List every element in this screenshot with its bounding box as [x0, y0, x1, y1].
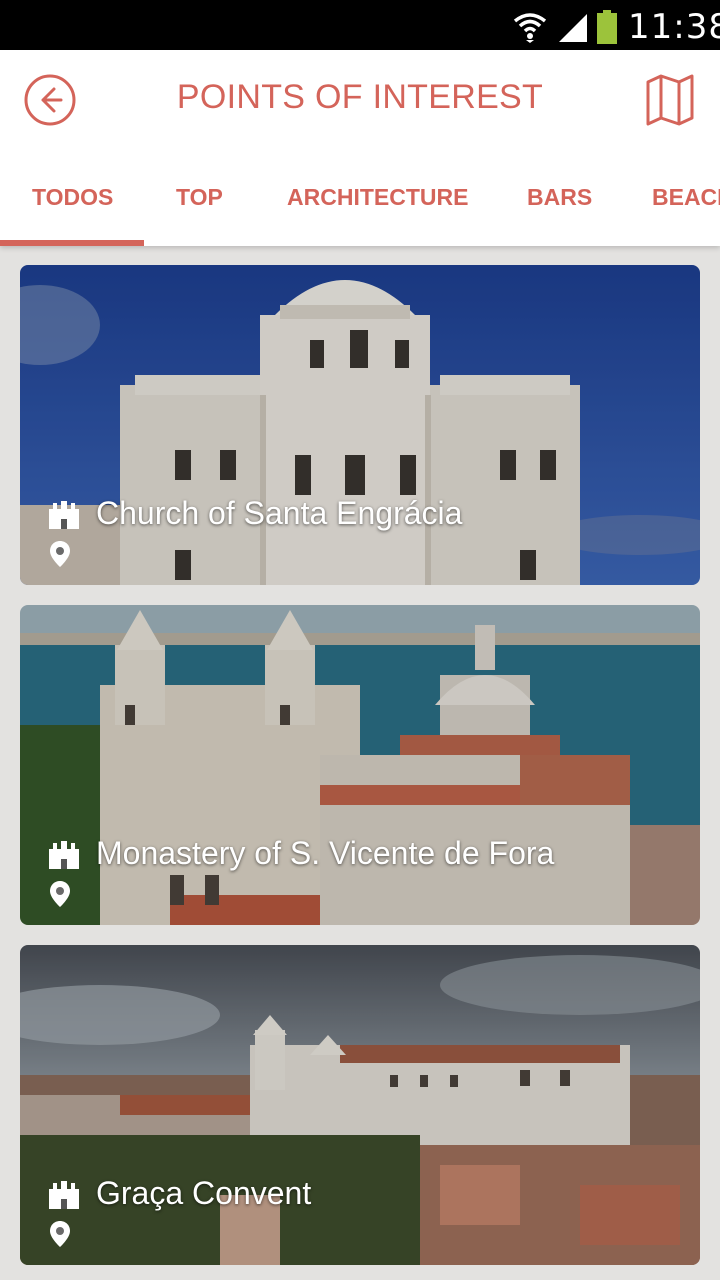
poi-title: Church of Santa Engrácia — [96, 495, 463, 531]
tab-top[interactable]: TOP — [176, 184, 223, 211]
image-overlay — [20, 945, 700, 1265]
poi-card[interactable]: Monastery of S. Vicente de Fora — [20, 605, 700, 925]
location-pin-icon — [50, 541, 70, 567]
poi-title: Monastery of S. Vicente de Fora — [96, 835, 555, 871]
location-pin-icon — [50, 1221, 70, 1247]
poi-title: Graça Convent — [96, 1175, 312, 1211]
castle-icon — [49, 1181, 79, 1209]
location-pin-icon — [50, 881, 70, 907]
battery-icon — [597, 10, 617, 44]
tab-bars[interactable]: BARS — [527, 184, 592, 211]
status-bar: 11:38 — [0, 0, 720, 50]
category-tabs: TODOS TOP ARCHITECTURE BARS BEACH — [0, 154, 720, 246]
back-button[interactable] — [24, 74, 76, 126]
wifi-icon — [513, 13, 547, 43]
castle-icon — [49, 841, 79, 869]
poi-card[interactable]: Church of Santa Engrácia — [20, 265, 700, 585]
tab-indicator — [0, 240, 144, 246]
tab-architecture[interactable]: ARCHITECTURE — [287, 184, 468, 211]
page-title: POINTS OF INTEREST — [176, 78, 544, 116]
tab-todos[interactable]: TODOS — [32, 184, 113, 211]
app-bar: POINTS OF INTEREST TODOS TOP ARCHITECTUR… — [0, 50, 720, 246]
image-overlay — [20, 265, 700, 585]
signal-icon — [559, 14, 587, 42]
map-button[interactable] — [644, 72, 696, 128]
poi-card[interactable]: Graça Convent — [20, 945, 700, 1265]
castle-icon — [49, 501, 79, 529]
image-overlay — [20, 605, 700, 925]
tab-beach[interactable]: BEACH — [652, 184, 720, 211]
status-time: 11:38 — [628, 7, 720, 47]
